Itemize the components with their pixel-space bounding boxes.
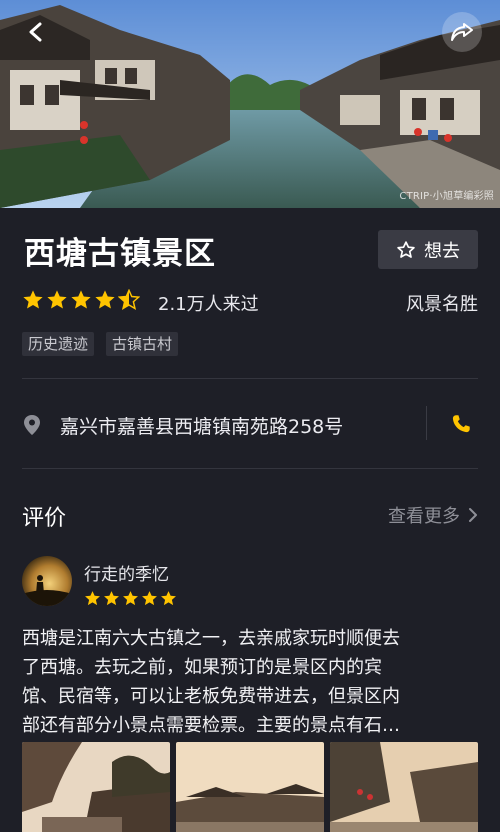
see-more-reviews-link[interactable]: 查看更多 xyxy=(388,502,478,528)
share-icon xyxy=(451,23,473,41)
review-photo-image xyxy=(330,742,478,832)
star-full-icon xyxy=(85,591,100,606)
want-to-go-label: 想去 xyxy=(424,240,460,262)
tag-list: 历史遗迹 古镇古村 xyxy=(22,332,179,356)
location-pin-icon xyxy=(24,415,40,435)
divider xyxy=(426,406,427,440)
see-more-label: 查看更多 xyxy=(388,506,460,527)
star-full-icon xyxy=(142,591,157,606)
chevron-right-icon xyxy=(469,508,477,522)
star-full-icon xyxy=(23,290,43,309)
reviewer-name[interactable]: 行走的季忆 xyxy=(84,560,169,585)
review-line: 了西塘。去玩之前，如果预订的是景区内的宾 xyxy=(22,657,382,678)
share-button[interactable] xyxy=(442,12,482,52)
divider xyxy=(22,468,478,469)
review-photos xyxy=(22,742,478,832)
review-photo[interactable] xyxy=(22,742,170,832)
star-outline-icon xyxy=(397,240,415,258)
review-photo-image xyxy=(22,742,170,832)
category-label: 风景名胜 xyxy=(406,294,478,315)
tag-ancient-town[interactable]: 古镇古村 xyxy=(106,332,179,356)
star-full-icon xyxy=(161,591,176,606)
hero-image[interactable]: CTRIP·小旭草编彩照 xyxy=(0,0,500,208)
star-full-icon xyxy=(71,290,91,309)
back-button[interactable] xyxy=(16,12,56,52)
review-line: 西塘是江南六大古镇之一，去亲戚家玩时顺便去 xyxy=(22,628,400,649)
star-full-icon xyxy=(104,591,119,606)
avatar[interactable] xyxy=(22,556,72,606)
page-title: 西塘古镇景区 xyxy=(24,236,216,272)
photo-watermark: CTRIP·小旭草编彩照 xyxy=(399,191,494,202)
reviews-title: 评价 xyxy=(22,506,67,531)
back-arrow-icon xyxy=(29,22,42,42)
review-photo-image xyxy=(176,742,324,832)
star-full-icon xyxy=(123,591,138,606)
rating-stars xyxy=(22,289,140,311)
review-text[interactable]: 西塘是江南六大古镇之一，去亲戚家玩时顺便去 了西塘。去玩之前，如果预订的是景区内… xyxy=(22,624,478,740)
review-line: 部还有部分小景点需要检票。主要的景点有石… xyxy=(22,715,400,736)
tag-history[interactable]: 历史遗迹 xyxy=(22,332,95,356)
review-photo[interactable] xyxy=(330,742,478,832)
star-full-icon xyxy=(47,290,67,309)
review-stars xyxy=(84,590,177,607)
address-row[interactable]: 嘉兴市嘉善县西塘镇南苑路258号 xyxy=(22,404,478,444)
star-half-icon xyxy=(118,289,140,311)
canal-town-photo xyxy=(0,0,500,208)
divider xyxy=(22,378,478,379)
address-text: 嘉兴市嘉善县西塘镇南苑路258号 xyxy=(60,416,344,438)
phone-icon[interactable] xyxy=(450,413,472,435)
review-photo[interactable] xyxy=(176,742,324,832)
avatar-image xyxy=(22,556,72,606)
review-line: 馆、民宿等，可以让老板免费带进去，但景区内 xyxy=(22,686,400,707)
visited-count: 2.1万人来过 xyxy=(158,294,259,315)
want-to-go-button[interactable]: 想去 xyxy=(378,230,478,269)
star-full-icon xyxy=(95,290,115,309)
